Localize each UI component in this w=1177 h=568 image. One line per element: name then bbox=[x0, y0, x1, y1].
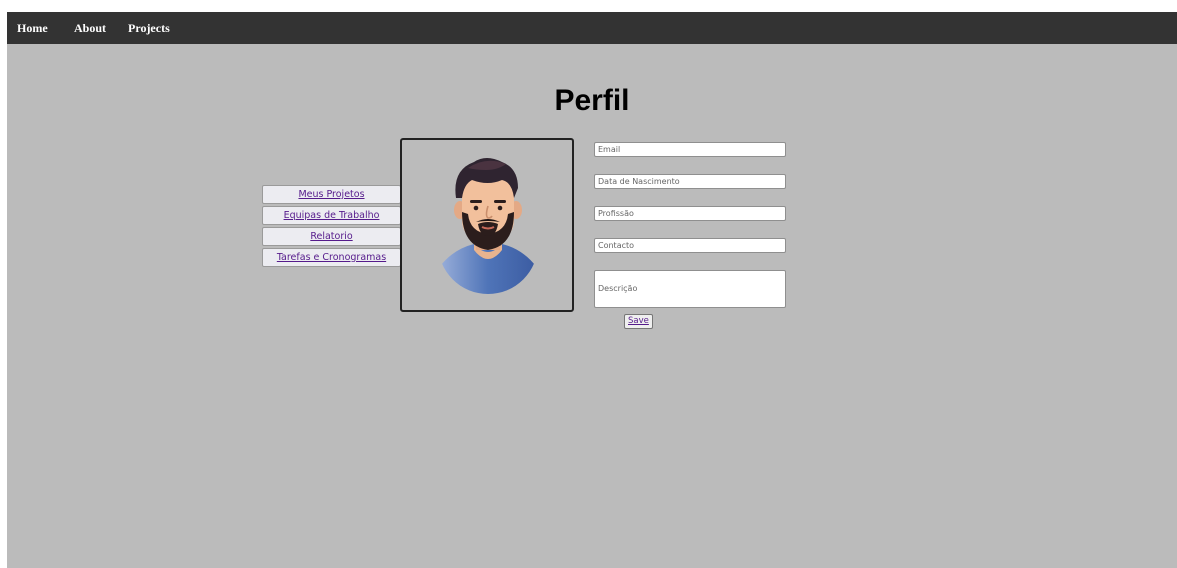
menu-link-relatorio[interactable]: Relatorio bbox=[310, 231, 352, 242]
menu-item-tarefas-e-cronogramas: Tarefas e Cronogramas bbox=[262, 248, 401, 267]
menu-item-equipas-de-trabalho: Equipas de Trabalho bbox=[262, 206, 401, 225]
nav-projects-link[interactable]: Projects bbox=[128, 21, 170, 36]
menu-item-relatorio: Relatorio bbox=[262, 227, 401, 246]
avatar-icon bbox=[438, 158, 538, 294]
page-title: Perfil bbox=[554, 84, 630, 117]
top-navbar: Home About Projects bbox=[7, 12, 1177, 44]
save-button-label: Save bbox=[628, 316, 649, 326]
save-button[interactable]: Save bbox=[624, 314, 653, 329]
menu-link-equipas-de-trabalho[interactable]: Equipas de Trabalho bbox=[284, 210, 380, 221]
birthdate-field[interactable]: Data de Nascimento bbox=[594, 174, 786, 189]
profession-field[interactable]: Profissão bbox=[594, 206, 786, 221]
page-background: Home About Projects Perfil Meus Projetos… bbox=[7, 12, 1177, 568]
menu-link-meus-projetos[interactable]: Meus Projetos bbox=[298, 189, 364, 200]
menu-item-meus-projetos: Meus Projetos bbox=[262, 185, 401, 204]
contact-field[interactable]: Contacto bbox=[594, 238, 786, 253]
profile-picture-frame bbox=[400, 138, 574, 312]
menu-link-tarefas-e-cronogramas[interactable]: Tarefas e Cronogramas bbox=[277, 252, 386, 263]
nav-home-link[interactable]: Home bbox=[17, 21, 48, 36]
profile-side-menu: Meus Projetos Equipas de Trabalho Relato… bbox=[262, 185, 401, 269]
email-field[interactable]: Email bbox=[594, 142, 786, 157]
nav-about-link[interactable]: About bbox=[74, 21, 106, 36]
description-field[interactable]: Descrição bbox=[594, 270, 786, 308]
